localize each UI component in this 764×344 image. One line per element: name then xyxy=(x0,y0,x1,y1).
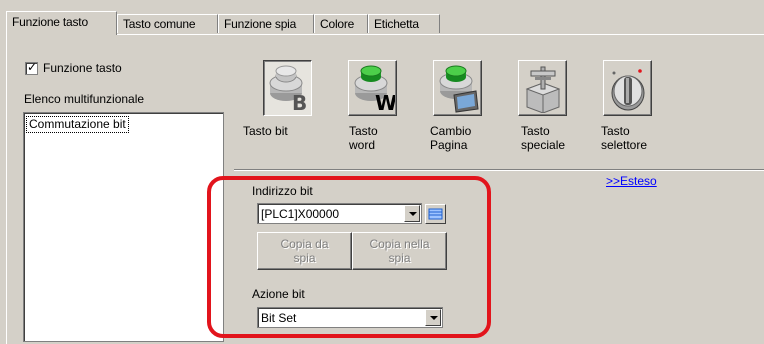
checkmark-icon: ✓ xyxy=(27,60,38,74)
bit-action-combo[interactable]: Bit Set xyxy=(257,307,443,328)
page-change-label-line2: Pagina xyxy=(430,138,468,152)
bit-action-value: Bit Set xyxy=(261,311,297,325)
word-key-icon: W xyxy=(354,65,395,113)
special-key-label-line1: Tasto xyxy=(521,124,550,138)
keypad-icon xyxy=(428,208,443,220)
chevron-down-icon[interactable] xyxy=(404,205,420,222)
bit-key-label-text: Tasto bit xyxy=(243,124,288,138)
bit-key-button[interactable]: B xyxy=(263,60,312,116)
copy-to-lamp-line1: Copia nella xyxy=(369,237,430,251)
special-key-icon xyxy=(525,66,561,113)
chevron-down-icon[interactable] xyxy=(425,309,441,326)
word-key-label-line2: word xyxy=(349,138,376,152)
bit-action-label: Azione bit xyxy=(252,287,305,301)
word-key-label: Tasto word xyxy=(349,124,378,152)
special-key-label: Tasto speciale xyxy=(521,124,565,152)
tab-etichetta[interactable]: Etichetta xyxy=(368,14,440,33)
tab-tasto-comune[interactable]: Tasto comune xyxy=(117,14,218,33)
copy-from-lamp-button[interactable]: Copia da spia xyxy=(257,232,352,270)
list-title: Elenco multifunzionale xyxy=(24,92,145,106)
word-key-label-line1: Tasto xyxy=(349,124,378,138)
separator xyxy=(234,169,764,171)
tab-funzione-spia[interactable]: Funzione spia xyxy=(218,14,314,33)
tab-funzione-tasto[interactable]: Funzione tasto xyxy=(6,11,117,35)
extended-link[interactable]: >>Esteso xyxy=(606,174,657,188)
bit-address-combo[interactable]: [PLC1]X00000 xyxy=(257,203,422,224)
page-change-label: Cambio Pagina xyxy=(430,124,471,152)
special-key-label-line2: speciale xyxy=(521,138,566,152)
selector-key-button[interactable] xyxy=(603,60,652,116)
selector-key-label-line1: Tasto xyxy=(601,124,630,138)
special-key-button[interactable] xyxy=(518,60,567,116)
selector-key-label-line2: selettore xyxy=(601,138,648,152)
bit-key-label: Tasto bit xyxy=(243,124,288,138)
word-key-button[interactable]: W xyxy=(348,60,397,116)
copy-to-lamp-button[interactable]: Copia nella spia xyxy=(352,232,447,270)
tab-colore[interactable]: Colore xyxy=(314,14,368,33)
multifunction-list[interactable]: Commutazione bit xyxy=(23,112,224,342)
page-change-icon xyxy=(439,65,479,113)
selector-key-label: Tasto selettore xyxy=(601,124,647,152)
copy-from-lamp-line1: Copia da xyxy=(280,237,329,251)
funzione-tasto-checkbox[interactable]: ✓ xyxy=(25,60,38,75)
svg-text:W: W xyxy=(375,91,395,113)
selector-key-icon xyxy=(611,69,645,111)
bit-key-icon: B xyxy=(269,65,307,113)
page-change-button[interactable] xyxy=(433,60,482,116)
copy-to-lamp-line2: spia xyxy=(388,251,411,265)
checkbox-label: Funzione tasto xyxy=(43,61,122,75)
bit-address-value: [PLC1]X00000 xyxy=(261,207,340,221)
svg-text:B: B xyxy=(292,91,307,113)
list-item[interactable]: Commutazione bit xyxy=(26,116,129,133)
address-input-button[interactable] xyxy=(425,204,446,224)
bit-address-label: Indirizzo bit xyxy=(252,184,313,198)
copy-from-lamp-line2: spia xyxy=(293,251,316,265)
page-change-label-line1: Cambio xyxy=(430,124,472,138)
